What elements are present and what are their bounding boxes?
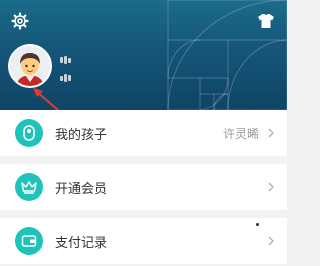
username-obscured [60, 56, 71, 64]
settings-button[interactable] [11, 12, 29, 30]
menu-item-payment-history[interactable]: 支付记录 [0, 218, 287, 264]
menu-item-label: 开通会员 [55, 181, 108, 197]
crown-icon [15, 173, 43, 201]
menu-item-label: 支付记录 [55, 235, 108, 251]
chevron-right-icon [268, 182, 274, 192]
wardrobe-button[interactable] [257, 12, 275, 30]
stray-dot [256, 223, 259, 226]
child-icon [15, 119, 43, 147]
child-name-value: 许灵晞 [222, 126, 259, 141]
chevron-right-icon [268, 128, 274, 138]
profile-menu: 我的孩子 许灵晞 开通会员 支付记录 [0, 110, 287, 264]
cartoon-avatar-icon [10, 46, 50, 86]
chevron-right-icon [268, 236, 274, 246]
menu-item-my-children[interactable]: 我的孩子 许灵晞 [0, 110, 287, 156]
user-id-obscured [60, 74, 71, 82]
menu-item-membership[interactable]: 开通会员 [0, 164, 287, 210]
wallet-icon [15, 227, 43, 255]
tshirt-icon [258, 14, 274, 28]
gear-icon [11, 12, 29, 30]
avatar[interactable] [8, 44, 52, 88]
menu-item-label: 我的孩子 [55, 127, 108, 143]
